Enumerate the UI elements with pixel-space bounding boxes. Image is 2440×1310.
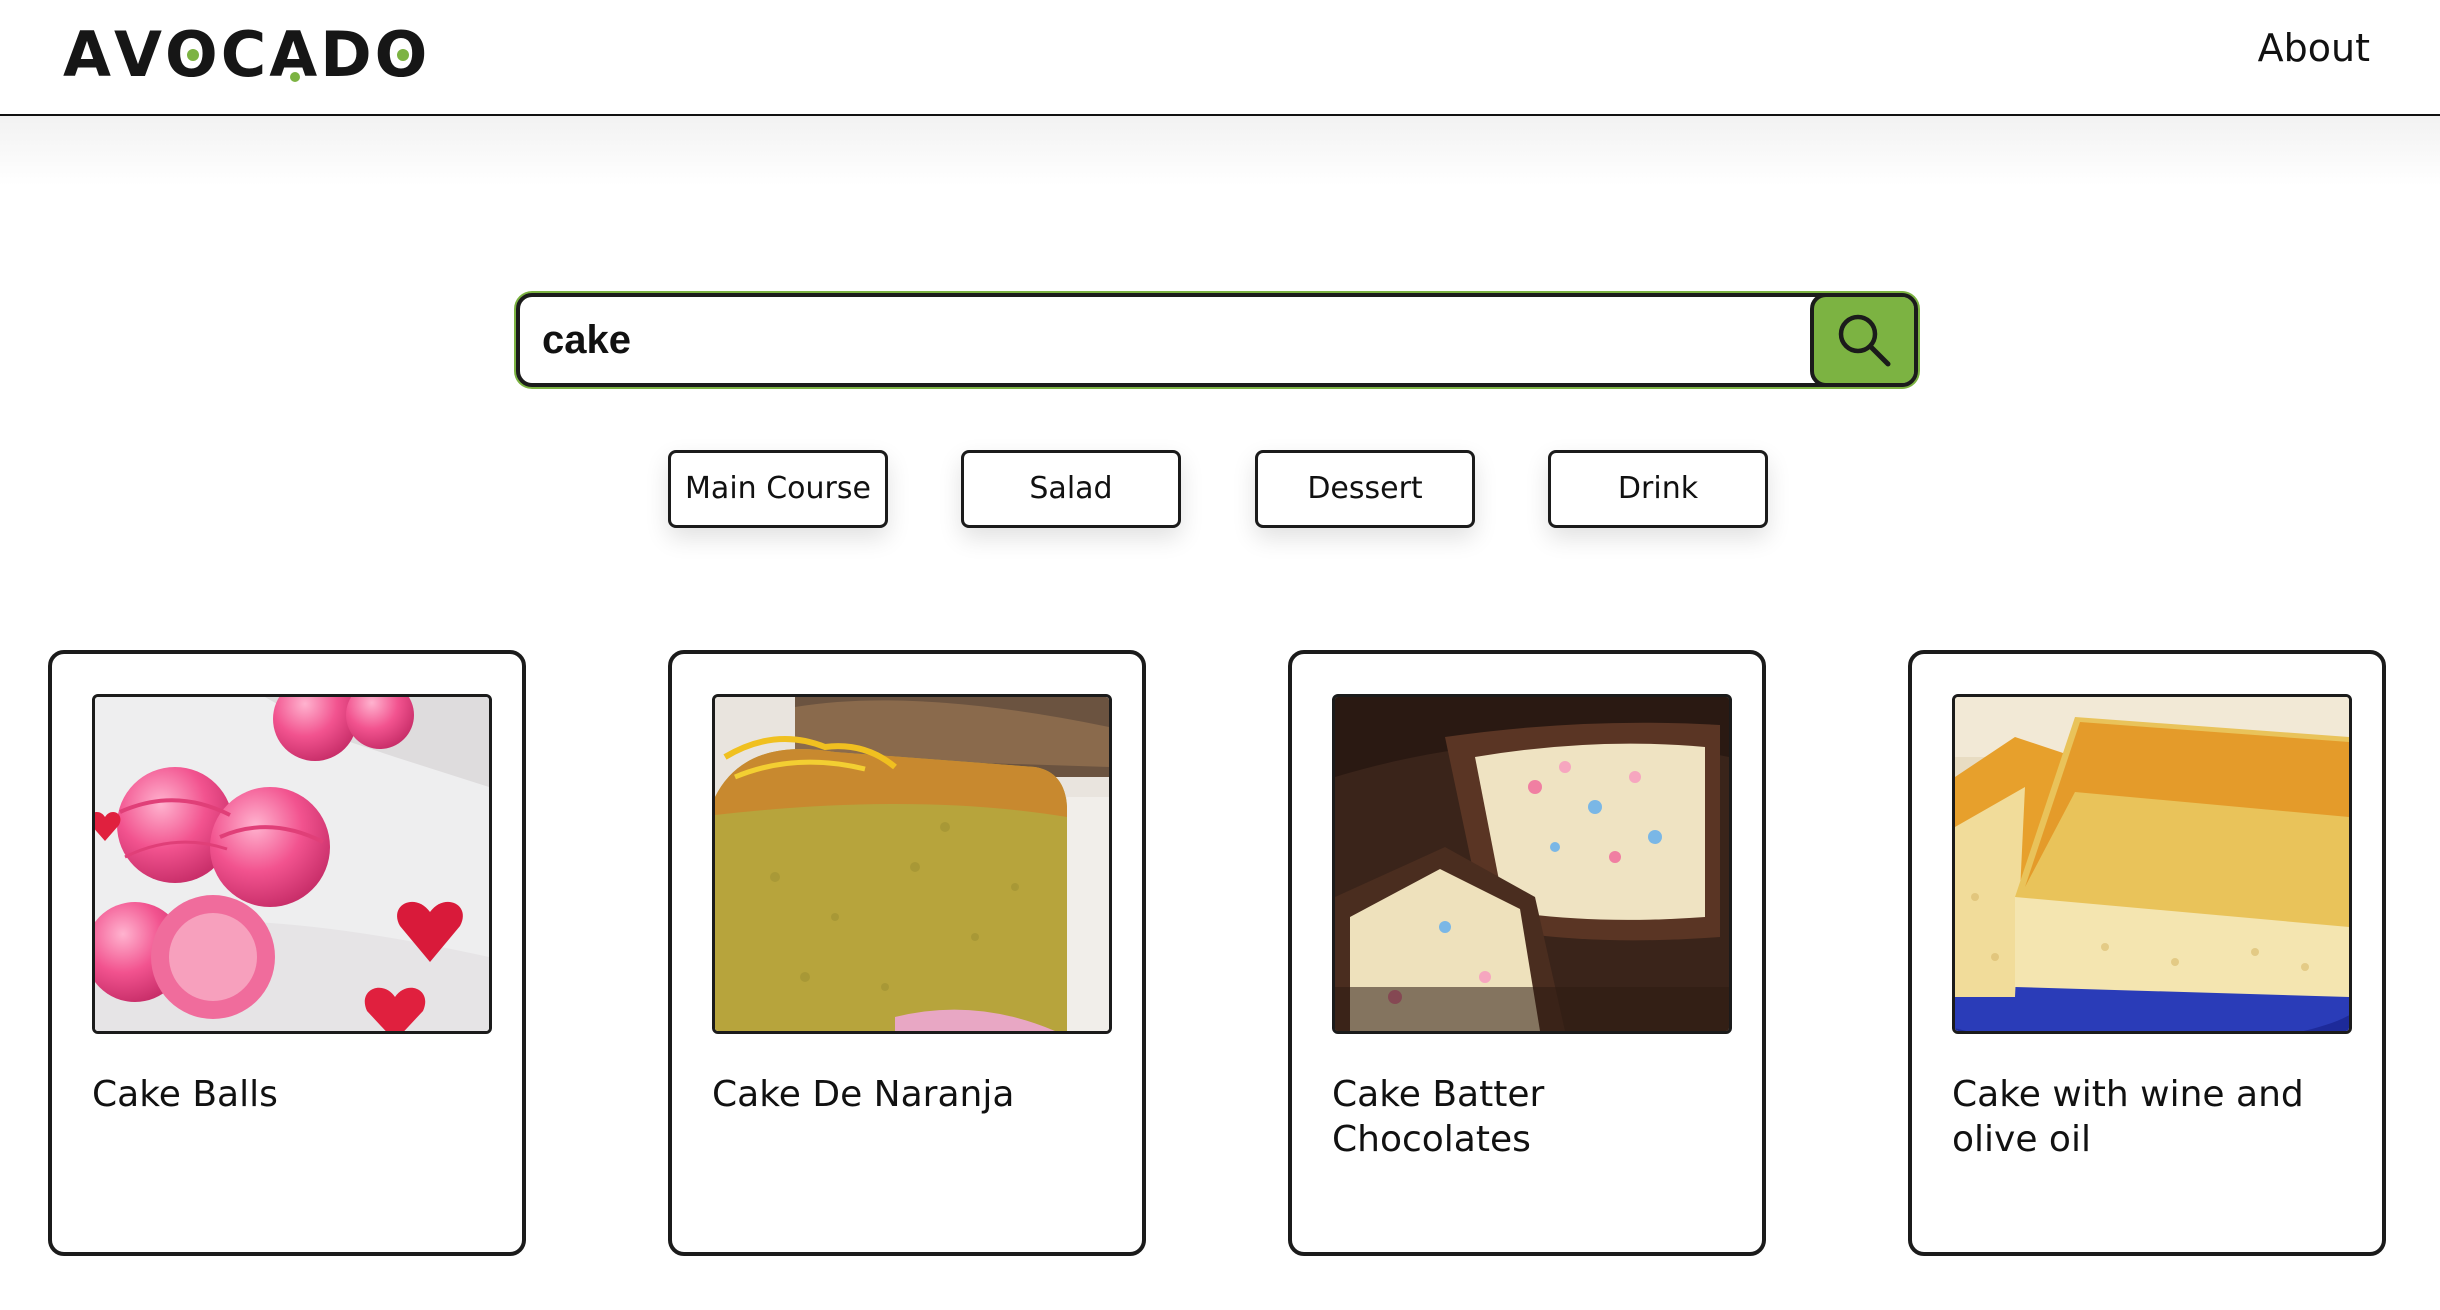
orange-cake-photo	[712, 694, 1112, 1034]
header-shadow	[0, 116, 2440, 186]
recipe-card-title: Cake Balls	[92, 1074, 278, 1115]
recipe-card[interactable]: Cake De Naranja	[668, 650, 1146, 1256]
top-nav-bar: AVOCADO About	[0, 0, 2440, 116]
recipe-card[interactable]: Cake Batter Chocolates	[1288, 650, 1766, 1256]
wine-olive-oil-cake-photo	[1952, 694, 2352, 1034]
search-icon	[1838, 314, 1891, 367]
category-main-course-button[interactable]: Main Course	[668, 450, 888, 528]
category-dessert-button[interactable]: Dessert	[1255, 450, 1475, 528]
avocado-logo[interactable]: AVOCADO	[63, 10, 430, 100]
cake-batter-chocolates-photo	[1332, 694, 1732, 1034]
logo-o-letter-2: O	[374, 18, 431, 91]
recipe-card[interactable]: Cake with wine and olive oil	[1908, 650, 2386, 1256]
search-bar	[516, 293, 1918, 387]
recipe-card-title: Cake De Naranja	[712, 1074, 1015, 1115]
cake-balls-photo	[92, 694, 492, 1034]
logo-a-letter: A	[269, 18, 321, 91]
recipe-card[interactable]: Cake Balls	[48, 650, 526, 1256]
category-salad-button[interactable]: Salad	[961, 450, 1181, 528]
search-button[interactable]	[1810, 297, 1914, 383]
search-input[interactable]	[520, 297, 1820, 383]
about-link[interactable]: About	[2258, 26, 2370, 70]
category-drink-button[interactable]: Drink	[1548, 450, 1768, 528]
recipe-card-title: Cake with wine and olive oil	[1952, 1074, 2304, 1160]
logo-o-letter: O	[164, 18, 221, 91]
recipe-card-title: Cake Batter Chocolates	[1332, 1074, 1545, 1160]
